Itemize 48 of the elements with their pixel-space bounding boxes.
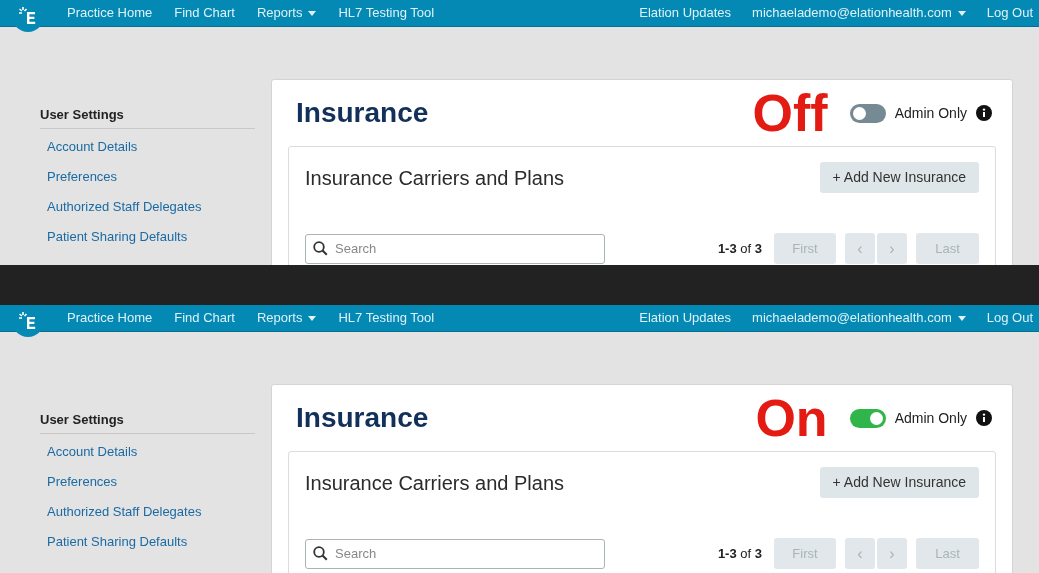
sidebar-heading: User Settings (40, 105, 255, 129)
nav-link[interactable]: HL7 Testing Tool (338, 308, 435, 328)
annotation-label: Off (752, 87, 828, 139)
nav-link[interactable]: michaelademo@elationhealth.com (752, 308, 966, 328)
caret-icon (957, 10, 966, 16)
search-field[interactable]: Search (305, 233, 605, 264)
nav-link[interactable]: Log Out (986, 3, 1033, 23)
page-count: 1-3 of 3 (717, 544, 762, 563)
caret-icon (308, 315, 317, 321)
sidebar-link[interactable]: Preferences (47, 167, 255, 186)
nav-link[interactable]: Reports (256, 308, 317, 328)
nav-link[interactable]: HL7 Testing Tool (338, 3, 435, 23)
sidebar-link[interactable]: Account Details (47, 442, 255, 461)
info-icon[interactable] (976, 410, 992, 426)
sidebar-link[interactable]: Authorized Staff Delegates (47, 197, 255, 216)
nav-link[interactable]: michaelademo@elationhealth.com (752, 3, 966, 23)
page-title: Insurance (295, 96, 429, 130)
search-icon (313, 545, 328, 561)
caret-icon (308, 10, 317, 16)
nav-link[interactable]: Practice Home (67, 308, 153, 328)
page-count: 1-3 of 3 (717, 239, 762, 258)
add-insurance-button[interactable]: + Add New Insurance (819, 162, 979, 193)
admin-only-toggle[interactable] (849, 408, 886, 428)
sidebar-heading: User Settings (40, 410, 255, 434)
section-title: Insurance Carriers and Plans (305, 470, 564, 496)
nav-link[interactable]: Elation Updates (639, 308, 732, 328)
sidebar-link[interactable]: Authorized Staff Delegates (47, 502, 255, 521)
info-icon[interactable] (976, 105, 992, 121)
page-title: Insurance (295, 401, 429, 435)
sidebar-link[interactable]: Account Details (47, 137, 255, 156)
sidebar-link[interactable]: Preferences (47, 472, 255, 491)
toggle-label: Admin Only (894, 408, 967, 428)
caret-icon (957, 315, 966, 321)
admin-only-toggle[interactable] (849, 103, 886, 123)
section-title: Insurance Carriers and Plans (305, 165, 564, 191)
add-insurance-button[interactable]: + Add New Insurance (819, 467, 979, 498)
nav-link[interactable]: Reports (256, 3, 317, 23)
nav-link[interactable]: Practice Home (67, 3, 153, 23)
nav-link[interactable]: Find Chart (174, 3, 235, 23)
nav-link[interactable]: Elation Updates (639, 3, 732, 23)
nav-link[interactable]: Find Chart (174, 308, 235, 328)
nav-link[interactable]: Log Out (986, 308, 1033, 328)
sidebar-link[interactable]: Patient Sharing Defaults (47, 227, 255, 246)
annotation-label: On (755, 392, 828, 444)
sidebar-link[interactable]: Patient Sharing Defaults (47, 532, 255, 551)
search-field[interactable]: Search (305, 538, 605, 569)
search-icon (313, 240, 328, 256)
toggle-label: Admin Only (894, 103, 967, 123)
